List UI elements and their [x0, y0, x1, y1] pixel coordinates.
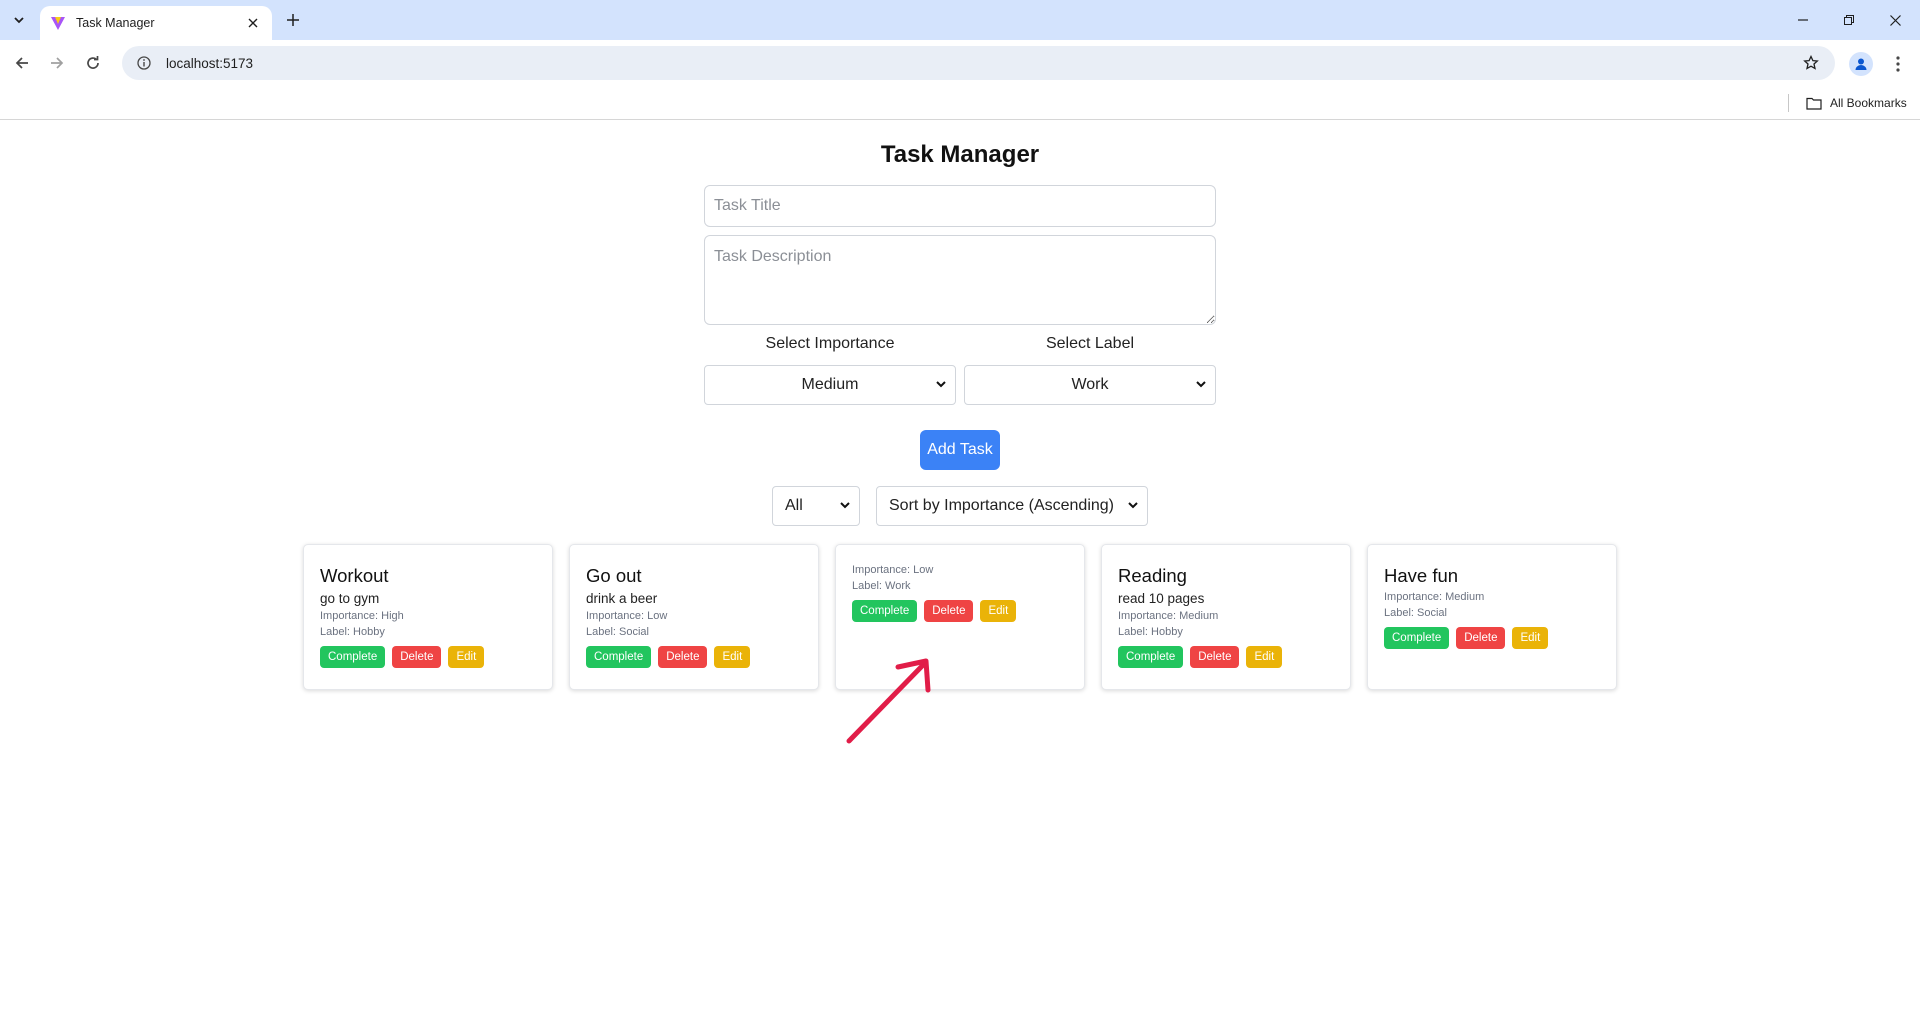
task-title-input[interactable]	[704, 185, 1216, 227]
site-info-icon[interactable]	[134, 53, 154, 73]
delete-button[interactable]: Delete	[1190, 646, 1240, 668]
annotation-arrow-icon	[846, 658, 931, 744]
url-text: localhost:5173	[166, 55, 254, 71]
delete-button[interactable]: Delete	[1456, 627, 1506, 649]
all-bookmarks-label: All Bookmarks	[1830, 96, 1907, 110]
chevron-down-icon	[840, 502, 850, 509]
folder-icon	[1806, 97, 1822, 110]
profile-avatar-icon[interactable]	[1849, 52, 1873, 76]
forward-icon[interactable]	[45, 51, 69, 75]
add-task-button[interactable]: Add Task	[920, 430, 1000, 470]
sort-select-value: Sort by Importance (Ascending)	[889, 497, 1114, 514]
chevron-down-icon	[1196, 381, 1206, 388]
close-tab-icon[interactable]	[244, 14, 262, 32]
task-importance: Importance: Medium	[1384, 591, 1485, 603]
label-select[interactable]: Work	[964, 365, 1216, 405]
task-title: Reading	[1118, 565, 1187, 586]
browser-tab-bar: Task Manager	[0, 0, 1920, 40]
complete-button[interactable]: Complete	[852, 600, 918, 622]
sort-select[interactable]: Sort by Importance (Ascending)	[876, 486, 1148, 526]
reload-icon[interactable]	[81, 51, 105, 75]
task-importance: Importance: Low	[852, 564, 934, 576]
complete-button[interactable]: Complete	[1118, 646, 1184, 668]
delete-button[interactable]: Delete	[392, 646, 442, 668]
task-title: Have fun	[1384, 565, 1459, 586]
task-label: Label: Work	[852, 580, 911, 592]
tab-search-icon[interactable]	[8, 9, 30, 31]
complete-button[interactable]: Complete	[320, 646, 386, 668]
browser-toolbar: localhost:5173	[0, 40, 1920, 86]
filter-select-value: All	[785, 497, 803, 514]
task-importance: Importance: Medium	[1118, 610, 1219, 622]
task-title: Go out	[586, 565, 642, 586]
task-card: Workout go to gym Importance: High Label…	[303, 544, 553, 690]
chevron-down-icon	[1128, 502, 1138, 509]
edit-button[interactable]: Edit	[1246, 646, 1283, 668]
task-card: Reading read 10 pages Importance: Medium…	[1101, 544, 1351, 690]
task-description: read 10 pages	[1118, 591, 1205, 606]
complete-button[interactable]: Complete	[1384, 627, 1450, 649]
task-description-input[interactable]	[704, 235, 1216, 325]
task-card: Have fun Importance: Medium Label: Socia…	[1367, 544, 1617, 690]
tab-title: Task Manager	[76, 16, 155, 30]
importance-label: Select Importance	[765, 335, 895, 352]
task-card: Go out drink a beer Importance: Low Labe…	[569, 544, 819, 690]
task-importance: Importance: High	[320, 610, 404, 622]
task-label: Label: Social	[1384, 607, 1447, 619]
importance-select-value: Medium	[801, 376, 859, 393]
vite-logo-icon	[51, 17, 65, 30]
close-window-icon[interactable]	[1872, 0, 1918, 40]
task-label: Label: Hobby	[1118, 626, 1183, 638]
label-select-label: Select Label	[1045, 335, 1135, 352]
all-bookmarks-button[interactable]: All Bookmarks	[1806, 94, 1907, 112]
minimize-icon[interactable]	[1780, 0, 1826, 40]
delete-button[interactable]: Delete	[924, 600, 974, 622]
task-description: drink a beer	[586, 591, 658, 606]
chevron-down-icon	[936, 381, 946, 388]
back-icon[interactable]	[10, 51, 34, 75]
importance-select[interactable]: Medium	[704, 365, 956, 405]
new-tab-icon[interactable]	[282, 9, 304, 31]
label-select-value: Work	[1071, 376, 1109, 393]
bookmarks-divider	[1788, 94, 1789, 112]
page-title: Task Manager	[880, 141, 1040, 168]
task-title: Workout	[320, 565, 389, 586]
task-label: Label: Hobby	[320, 626, 385, 638]
edit-button[interactable]: Edit	[448, 646, 485, 668]
complete-button[interactable]: Complete	[586, 646, 652, 668]
task-description: go to gym	[320, 591, 380, 606]
restore-icon[interactable]	[1826, 0, 1872, 40]
address-bar[interactable]: localhost:5173	[122, 46, 1835, 80]
task-importance: Importance: Low	[586, 610, 668, 622]
browser-tab[interactable]: Task Manager	[40, 6, 272, 40]
browser-menu-icon[interactable]	[1886, 52, 1910, 76]
delete-button[interactable]: Delete	[658, 646, 708, 668]
page-content: Task Manager Select Importance Select La…	[0, 121, 1920, 1033]
edit-button[interactable]: Edit	[1512, 627, 1549, 649]
bookmark-star-icon[interactable]	[1801, 53, 1821, 73]
edit-button[interactable]: Edit	[980, 600, 1017, 622]
edit-button[interactable]: Edit	[714, 646, 751, 668]
filter-select[interactable]: All	[772, 486, 860, 526]
bookmarks-bar: All Bookmarks	[0, 86, 1920, 120]
task-label: Label: Social	[586, 626, 649, 638]
